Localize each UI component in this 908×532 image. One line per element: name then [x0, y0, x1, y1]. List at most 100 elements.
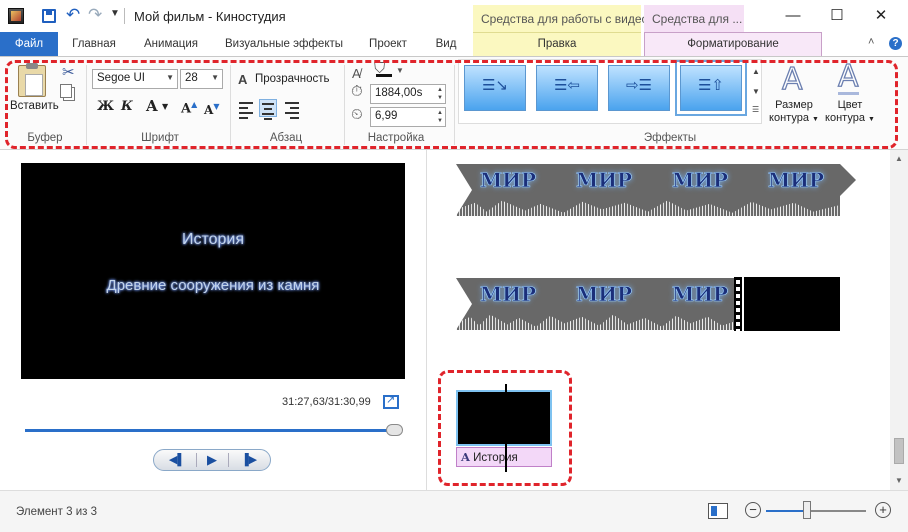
outline-size-button[interactable]: Размер контура ▼: [766, 99, 822, 126]
italic-button[interactable]: К: [121, 99, 133, 114]
spin-up-icon[interactable]: ▲: [437, 87, 443, 94]
start-time-input[interactable]: 1884,00s ▲ ▼: [370, 84, 446, 104]
text-item-caption[interactable]: A История: [456, 447, 552, 467]
outline-size-icon[interactable]: A: [781, 61, 803, 97]
text-effect-icon[interactable]: A̸: [352, 66, 361, 81]
zoom-in-button[interactable]: +: [875, 502, 891, 518]
ribbon-tabs: Файл Главная Анимация Визуальные эффекты…: [0, 32, 908, 56]
clip-strip[interactable]: МИР МИР МИР: [456, 278, 742, 330]
spin-down-icon[interactable]: ▼: [437, 95, 443, 102]
duration-icon: ⏲: [351, 106, 363, 123]
start-time-icon: ⏱: [351, 83, 363, 100]
group-label-clipboard: Буфер: [27, 132, 63, 144]
playhead[interactable]: [505, 384, 507, 472]
chevron-down-icon[interactable]: ▼: [396, 66, 404, 75]
font-size-select[interactable]: 28 ▼: [180, 69, 223, 89]
quick-access-dropdown-icon[interactable]: ▼: [110, 8, 120, 19]
effect-fly-right[interactable]: ⇨☰: [608, 65, 670, 111]
vertical-scrollbar[interactable]: ▲ ▼: [890, 150, 908, 490]
preview-pane: История Древние сооружения из камня 31:2…: [0, 150, 427, 490]
previous-frame-button[interactable]: ◀▌: [162, 452, 192, 468]
scrollbar-thumb[interactable]: [894, 438, 904, 464]
zoom-slider-thumb[interactable]: [803, 501, 811, 519]
outline-color-button[interactable]: Цвет контура ▼: [822, 99, 878, 126]
black-clip[interactable]: [744, 277, 840, 331]
divider: [344, 65, 345, 145]
font-family-select[interactable]: Segoe UI ▼: [92, 69, 178, 89]
align-center-button[interactable]: [259, 99, 277, 120]
paste-button[interactable]: Вставить: [10, 100, 59, 112]
align-left-button[interactable]: [238, 99, 256, 119]
gallery-expand-icon[interactable]: ☰: [752, 105, 759, 114]
chevron-down-icon: ▼: [166, 73, 174, 82]
text-item-thumbnail[interactable]: [456, 390, 552, 446]
clip-thumbnail-text: МИР: [768, 168, 825, 193]
tab-home[interactable]: Главная: [62, 32, 126, 56]
strip-continuation-right: [840, 164, 856, 196]
zoom-slider[interactable]: [766, 510, 866, 512]
minimize-button[interactable]: —: [770, 0, 816, 32]
spin-down-icon[interactable]: ▼: [437, 118, 443, 125]
transparency-icon[interactable]: A: [238, 72, 247, 87]
fullscreen-icon[interactable]: [383, 393, 399, 409]
video-preview[interactable]: История Древние сооружения из камня: [21, 163, 405, 379]
scroll-down-icon[interactable]: ▼: [895, 476, 903, 485]
undo-icon[interactable]: ↶: [66, 5, 80, 25]
shrink-font-button[interactable]: A▼: [204, 101, 219, 117]
effect-fly-up[interactable]: ☰⇧: [675, 60, 747, 116]
close-button[interactable]: ✕: [858, 0, 904, 32]
copy-icon[interactable]: [60, 84, 75, 101]
tab-edit[interactable]: Правка: [473, 32, 641, 56]
thumbnail-size-icon[interactable]: [708, 503, 728, 519]
font-family-value: Segoe UI: [97, 72, 145, 84]
text-item-label: История: [473, 452, 518, 464]
tab-view[interactable]: Вид: [426, 32, 466, 56]
align-right-button[interactable]: [284, 99, 302, 119]
chevron-down-icon[interactable]: ▼: [162, 102, 168, 111]
tab-animation[interactable]: Анимация: [134, 32, 208, 56]
app-icon[interactable]: [8, 8, 24, 24]
transparency-button[interactable]: Прозрачность: [255, 73, 330, 85]
shrink-font-label: A: [204, 103, 214, 117]
gallery-scroll-up-icon[interactable]: ▲: [752, 67, 760, 76]
tab-file[interactable]: Файл: [0, 32, 58, 56]
tab-format[interactable]: Форматирование: [644, 32, 822, 56]
group-label-effects: Эффекты: [643, 132, 697, 144]
clip-thumbnail-text: МИР: [480, 168, 537, 193]
seek-thumb[interactable]: [386, 424, 403, 436]
clip-boundary: [734, 277, 742, 331]
bold-button[interactable]: Ж: [97, 99, 114, 114]
play-button[interactable]: ▶: [200, 452, 224, 468]
seek-bar[interactable]: [25, 429, 396, 432]
outline-color-icon[interactable]: A: [837, 61, 859, 95]
grow-font-button[interactable]: A▲: [181, 99, 197, 116]
spin-up-icon[interactable]: ▲: [437, 110, 443, 117]
effect-scroll-right[interactable]: ☰↘: [464, 65, 526, 111]
help-icon[interactable]: ?: [889, 37, 902, 50]
maximize-button[interactable]: ☐: [814, 0, 860, 32]
clip-strip[interactable]: МИР МИР МИР МИР: [456, 164, 840, 216]
outline-size-label-1: Размер: [775, 99, 813, 111]
tab-visual-effects[interactable]: Визуальные эффекты: [218, 32, 350, 56]
duration-input[interactable]: 6,99 ▲ ▼: [370, 107, 446, 127]
effect-fly-up-icon: ☰⇧: [697, 77, 724, 94]
zoom-out-button[interactable]: −: [745, 502, 761, 518]
window-title: Мой фильм - Киностудия: [134, 9, 286, 24]
font-color-button[interactable]: A: [146, 97, 158, 115]
caption-subtitle: Древние сооружения из камня: [106, 277, 320, 294]
tab-project[interactable]: Проект: [360, 32, 416, 56]
save-icon[interactable]: [42, 9, 56, 23]
collapse-ribbon-icon[interactable]: ˄: [868, 36, 874, 48]
divider: [454, 65, 455, 145]
divider: [230, 65, 231, 145]
divider: [124, 8, 125, 24]
divider: [228, 453, 229, 467]
effect-fly-left[interactable]: ☰⇦: [536, 65, 598, 111]
chevron-down-icon: ▼: [868, 116, 875, 123]
cut-icon[interactable]: ✂: [62, 63, 75, 81]
redo-icon[interactable]: ↷: [88, 5, 102, 25]
paste-icon[interactable]: [18, 63, 46, 97]
next-frame-button[interactable]: ▐▶: [234, 452, 264, 468]
scroll-up-icon[interactable]: ▲: [895, 154, 903, 163]
gallery-scroll-down-icon[interactable]: ▼: [752, 87, 760, 96]
